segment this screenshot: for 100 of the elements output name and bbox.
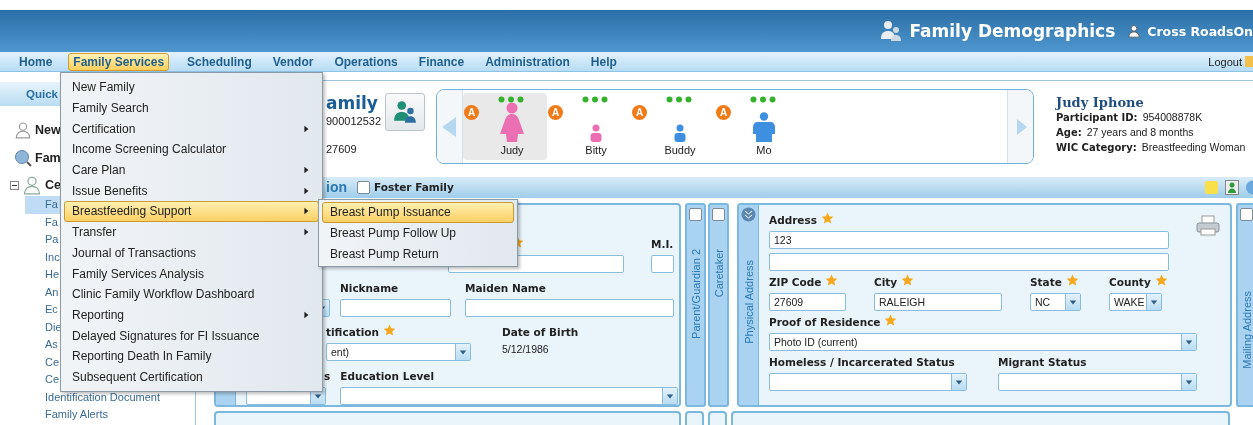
globe-icon[interactable] (1245, 179, 1253, 195)
menu-item[interactable]: Clinic Family Workflow Dashboard (64, 283, 319, 305)
section-title: ion (326, 179, 347, 196)
field-label: M.I. (651, 237, 674, 250)
logout-icon (1245, 55, 1253, 68)
woman-figure-icon (498, 102, 526, 142)
dropdown-field[interactable]: Photo ID (current) (769, 332, 1197, 351)
menu-bar-item[interactable]: Home (14, 52, 58, 71)
menu-bar-item[interactable]: Help (585, 52, 622, 71)
people-icon (392, 99, 419, 125)
next-button[interactable] (1007, 90, 1033, 163)
people-icon (879, 19, 904, 43)
status-dots-icon (666, 96, 692, 103)
text-field[interactable] (769, 252, 1169, 271)
text-field[interactable]: RALEIGH (874, 292, 1002, 311)
person-icon (22, 175, 42, 195)
menu-bar-item[interactable]: Vendor (267, 52, 319, 71)
menu-item[interactable]: Certification (64, 118, 319, 140)
caret-icon (1069, 297, 1077, 306)
menu-item[interactable]: Breast Pump Follow Up (322, 222, 514, 244)
text-field[interactable] (340, 298, 451, 317)
caret-icon (1150, 297, 1158, 306)
menu-bar-item[interactable]: Finance (413, 52, 470, 71)
menu-item[interactable]: Family Services Analysis (64, 263, 319, 284)
panel-header (685, 411, 704, 425)
note-icon[interactable] (1204, 179, 1219, 195)
submenu-arrow-icon (302, 186, 310, 195)
submenu-arrow-icon (302, 124, 310, 133)
quick-link[interactable]: New (35, 123, 61, 137)
participant-card[interactable]: A Judy (463, 93, 547, 160)
status-badge: A (716, 105, 731, 120)
dropdown-field[interactable]: WAKE (1109, 292, 1162, 311)
dropdown-field[interactable] (769, 372, 967, 391)
dropdown-field[interactable] (340, 386, 679, 405)
search-icon (14, 149, 32, 167)
menu-item[interactable]: Subsequent Certification (64, 366, 319, 388)
caret-icon (1185, 377, 1193, 386)
page-title: Family Demographics (909, 21, 1116, 41)
printer-icon[interactable] (1196, 214, 1220, 237)
field-value: 5/12/1986 (502, 342, 550, 357)
checkbox[interactable] (1240, 207, 1253, 221)
menu-item[interactable]: Care Plan (64, 159, 319, 181)
family-name: amily (326, 93, 379, 113)
user-icon (1127, 24, 1142, 38)
text-field[interactable] (651, 254, 674, 273)
menu-item[interactable]: Reporting (64, 304, 319, 326)
field-label: County (1109, 275, 1151, 288)
family-members-button[interactable] (385, 93, 426, 131)
submenu-arrow-icon (302, 166, 310, 175)
menu-item[interactable]: Journal of Transactions (64, 242, 319, 264)
family-id: 900012532 (326, 115, 382, 127)
status-dots-icon (582, 96, 608, 103)
text-field[interactable] (465, 298, 674, 317)
caret-icon (459, 347, 467, 356)
text-field[interactable]: 123 (769, 230, 1169, 249)
menu-item[interactable]: Income Screening Calculator (64, 139, 319, 160)
tree-item[interactable]: Family Alerts (25, 406, 195, 424)
menu-item[interactable]: Transfer (64, 221, 319, 243)
field-label: City (874, 275, 898, 288)
field-label: Proof of Residence (769, 315, 881, 328)
participant-card[interactable]: A Bitty (547, 93, 631, 160)
menu-bar-item[interactable]: Family Services (68, 52, 170, 71)
menu-item[interactable]: Delayed Signatures for FI Issuance (64, 325, 319, 346)
dropdown-field[interactable]: ent) (326, 342, 471, 361)
menu-item[interactable]: Breastfeeding Support (64, 201, 319, 222)
caret-icon (955, 377, 963, 386)
text-field[interactable]: 27609 (769, 292, 846, 311)
checkbox[interactable] (689, 207, 702, 221)
logout-link[interactable]: Logout (1208, 55, 1242, 68)
dropdown-field[interactable]: NC (1030, 292, 1081, 311)
submenu-arrow-icon (302, 228, 310, 237)
field-label: tification (326, 325, 380, 338)
foster-family-checkbox[interactable]: Foster Family (357, 180, 454, 194)
menu-item[interactable]: Breast Pump Issuance (322, 202, 514, 223)
menu-bar-item[interactable]: Operations (329, 52, 403, 71)
collapse-icon[interactable] (10, 180, 19, 190)
checkbox[interactable] (712, 207, 725, 221)
quick-link[interactable]: Fam (35, 151, 61, 165)
tree-node[interactable]: Ce (45, 178, 61, 192)
field-label: Maiden Name (465, 281, 546, 294)
participant-detail: Age: 27 years and 8 months (1056, 125, 1195, 140)
man-figure-icon (753, 112, 775, 142)
participant-detail: WIC Category: Breastfeeding Woman (1056, 140, 1246, 155)
field-label: ZIP Code (769, 275, 822, 288)
menu-item[interactable]: Breast Pump Return (322, 243, 514, 265)
menu-bar-item[interactable]: Administration (480, 52, 575, 71)
menu-item[interactable]: Issue Benefits (64, 180, 319, 202)
dropdown-field[interactable] (998, 372, 1197, 391)
menu-bar-item[interactable]: Scheduling (182, 52, 257, 71)
field-label: Migrant Status (998, 355, 1087, 368)
person-icon[interactable] (1225, 179, 1239, 195)
status-badge: A (632, 105, 647, 120)
status-dots-icon (750, 96, 776, 103)
participant-card[interactable]: A Mo (715, 93, 799, 160)
participant-card[interactable]: A Buddy (631, 93, 715, 160)
menu-item[interactable]: Reporting Death In Family (64, 345, 319, 367)
user-name: Cross RoadsOn (1147, 23, 1253, 39)
participant-name: Judy Iphone (1056, 95, 1145, 110)
tree-item[interactable]: Identification Document (25, 388, 195, 406)
previous-button[interactable] (437, 90, 463, 163)
